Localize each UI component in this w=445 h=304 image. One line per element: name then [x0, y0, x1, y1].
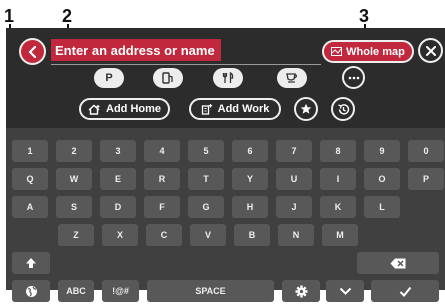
- search-panel: Whole map P: [6, 28, 445, 128]
- star-icon: [300, 103, 312, 114]
- key-i[interactable]: I: [320, 168, 356, 190]
- key-c[interactable]: C: [146, 224, 182, 246]
- whole-map-label: Whole map: [346, 45, 405, 58]
- settings-key[interactable]: [282, 280, 320, 302]
- key-m[interactable]: M: [322, 224, 358, 246]
- key-b[interactable]: B: [234, 224, 270, 246]
- abc-key[interactable]: ABC: [58, 280, 94, 302]
- space-key[interactable]: SPACE: [147, 280, 274, 302]
- back-button[interactable]: [19, 38, 46, 65]
- favorites-button[interactable]: [294, 97, 318, 121]
- key-n[interactable]: N: [278, 224, 314, 246]
- key-r[interactable]: R: [144, 168, 180, 190]
- shift-key[interactable]: [12, 252, 50, 274]
- device-screen: Whole map P: [6, 28, 445, 302]
- key-f[interactable]: F: [144, 196, 180, 218]
- key-t[interactable]: T: [188, 168, 224, 190]
- poi-parking-button[interactable]: P: [94, 68, 124, 88]
- add-work-label: Add Work: [217, 103, 270, 115]
- key-3[interactable]: 3: [100, 140, 136, 162]
- key-s[interactable]: S: [56, 196, 92, 218]
- key-j[interactable]: J: [276, 196, 312, 218]
- whole-map-button[interactable]: Whole map: [322, 40, 414, 63]
- search-input[interactable]: [51, 39, 221, 61]
- cafe-icon: [285, 73, 297, 83]
- globe-key[interactable]: [12, 280, 50, 302]
- search-underline: [51, 64, 321, 65]
- on-screen-keyboard: 1234567890 QWERTYUIOP ASDFGHJKL ZXCVBNM: [6, 128, 445, 302]
- backspace-key[interactable]: [357, 252, 439, 274]
- key-x[interactable]: X: [102, 224, 138, 246]
- backspace-icon: [390, 258, 406, 268]
- confirm-key[interactable]: [371, 280, 439, 302]
- poi-restaurant-button[interactable]: [213, 68, 243, 88]
- key-d[interactable]: D: [100, 196, 136, 218]
- key-y[interactable]: Y: [232, 168, 268, 190]
- key-v[interactable]: V: [190, 224, 226, 246]
- parking-icon: P: [105, 72, 113, 84]
- key-q[interactable]: Q: [12, 168, 48, 190]
- home-add-icon: [88, 104, 100, 115]
- globe-icon: [25, 285, 37, 297]
- add-home-button[interactable]: Add Home: [79, 98, 170, 120]
- key-9[interactable]: 9: [364, 140, 400, 162]
- add-work-button[interactable]: Add Work: [189, 98, 281, 120]
- key-p[interactable]: P: [408, 168, 444, 190]
- key-z[interactable]: Z: [58, 224, 94, 246]
- history-icon: [337, 103, 349, 115]
- key-u[interactable]: U: [276, 168, 312, 190]
- shift-arrow-icon: [26, 258, 36, 268]
- hide-keyboard-key[interactable]: [326, 280, 364, 302]
- map-icon: [331, 47, 343, 56]
- key-g[interactable]: G: [188, 196, 224, 218]
- key-7[interactable]: 7: [276, 140, 312, 162]
- close-icon: [425, 45, 436, 56]
- add-home-label: Add Home: [106, 103, 161, 115]
- key-a[interactable]: A: [12, 196, 48, 218]
- key-w[interactable]: W: [56, 168, 92, 190]
- poi-fuel-button[interactable]: [153, 68, 183, 88]
- key-k[interactable]: K: [320, 196, 356, 218]
- key-6[interactable]: 6: [232, 140, 268, 162]
- search-field[interactable]: [51, 39, 321, 65]
- more-categories-button[interactable]: [342, 66, 365, 89]
- gear-icon: [295, 285, 307, 297]
- close-button[interactable]: [418, 38, 443, 63]
- chevron-left-icon: [28, 45, 36, 58]
- more-icon: [348, 76, 359, 79]
- checkmark-icon: [399, 286, 411, 297]
- key-o[interactable]: O: [364, 168, 400, 190]
- poi-cafe-button[interactable]: [277, 68, 307, 88]
- symbols-key[interactable]: !@#: [102, 280, 139, 302]
- key-8[interactable]: 8: [320, 140, 356, 162]
- recent-destinations-button[interactable]: [331, 97, 355, 121]
- chevron-down-icon: [339, 287, 351, 295]
- key-0[interactable]: 0: [408, 140, 444, 162]
- key-5[interactable]: 5: [188, 140, 224, 162]
- key-e[interactable]: E: [100, 168, 136, 190]
- key-1[interactable]: 1: [12, 140, 48, 162]
- key-2[interactable]: 2: [56, 140, 92, 162]
- key-l[interactable]: L: [364, 196, 400, 218]
- fuel-icon: [162, 72, 173, 84]
- key-4[interactable]: 4: [144, 140, 180, 162]
- building-add-icon: [201, 104, 212, 115]
- key-h[interactable]: H: [232, 196, 268, 218]
- restaurant-icon: [222, 72, 234, 83]
